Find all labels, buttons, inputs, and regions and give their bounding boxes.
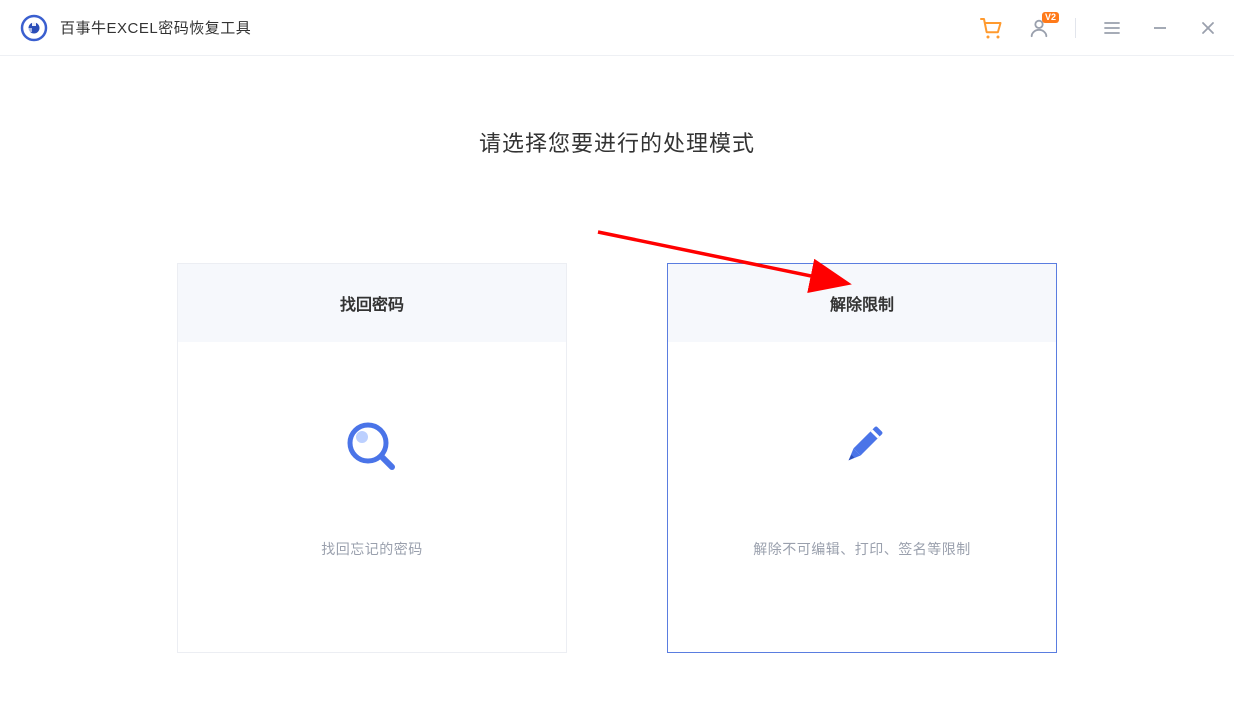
titlebar-actions: V2 xyxy=(979,16,1220,40)
cart-icon[interactable] xyxy=(979,16,1003,40)
card-title: 找回密码 xyxy=(178,264,566,342)
mode-card-remove-restriction[interactable]: 解除限制 解除不可编辑、打印、签名等限制 xyxy=(667,263,1057,653)
card-description: 解除不可编辑、打印、签名等限制 xyxy=(753,539,971,559)
titlebar-divider xyxy=(1075,18,1076,38)
mode-cards: 找回密码 找回忘记的密码 解除限制 xyxy=(0,263,1234,653)
card-description: 找回忘记的密码 xyxy=(321,539,423,559)
card-title: 解除限制 xyxy=(668,264,1056,342)
user-icon[interactable]: V2 xyxy=(1027,16,1051,40)
menu-icon[interactable] xyxy=(1100,16,1124,40)
titlebar: 百事牛EXCEL密码恢复工具 V2 xyxy=(0,0,1234,56)
main-content: 请选择您要进行的处理模式 找回密码 找回忘记的密码 解除限制 xyxy=(0,56,1234,653)
app-title: 百事牛EXCEL密码恢复工具 xyxy=(60,17,251,38)
app-logo-icon xyxy=(20,14,48,42)
card-body: 找回忘记的密码 xyxy=(178,342,566,652)
magnifier-icon xyxy=(340,415,404,479)
close-icon[interactable] xyxy=(1196,16,1220,40)
main-heading: 请选择您要进行的处理模式 xyxy=(0,126,1234,158)
mode-card-recover-password[interactable]: 找回密码 找回忘记的密码 xyxy=(177,263,567,653)
pencil-icon xyxy=(830,415,894,479)
minimize-icon[interactable] xyxy=(1148,16,1172,40)
user-badge: V2 xyxy=(1042,12,1059,23)
card-body: 解除不可编辑、打印、签名等限制 xyxy=(668,342,1056,652)
